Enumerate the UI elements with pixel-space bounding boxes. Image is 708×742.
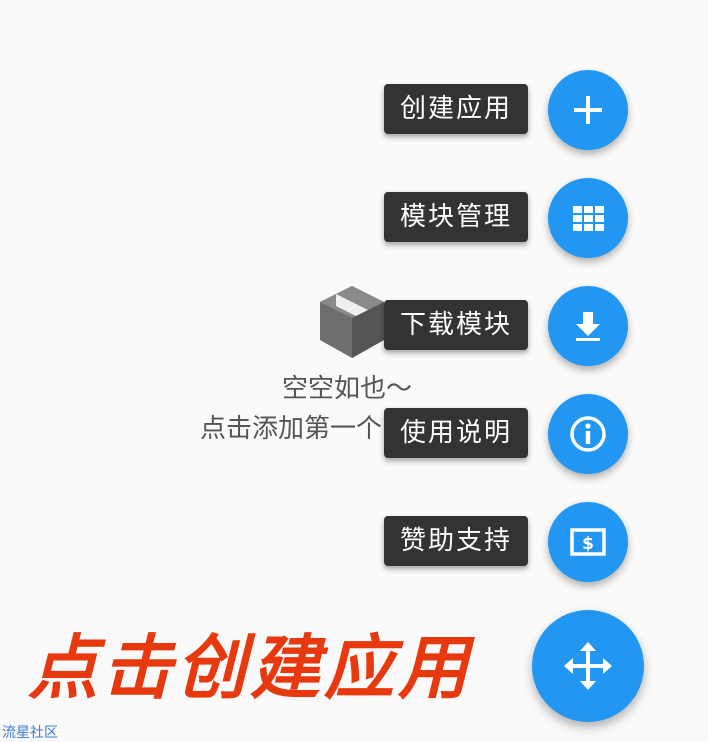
grid-icon — [573, 206, 604, 231]
instructions-button[interactable] — [548, 394, 628, 474]
create-app-label[interactable]: 创建应用 — [383, 84, 528, 134]
dollar-icon: $ — [570, 528, 606, 556]
watermark: 流星社区 — [2, 725, 58, 741]
plus-icon — [574, 96, 602, 124]
svg-text:$: $ — [582, 534, 594, 554]
module-manage-button[interactable] — [548, 178, 628, 258]
download-module-label[interactable]: 下载模块 — [383, 300, 528, 350]
empty-box-icon — [320, 286, 384, 358]
sponsor-label[interactable]: 赞助支持 — [383, 516, 528, 566]
tutorial-annotation: 点击创建应用 — [28, 626, 472, 709]
speed-dial-main-button[interactable] — [532, 610, 644, 722]
info-icon — [570, 416, 606, 452]
create-app-button[interactable] — [548, 70, 628, 150]
empty-state-title: 空空如也～ — [282, 374, 413, 404]
empty-state-hint: 点击添加第一个 — [200, 414, 383, 444]
download-icon — [576, 312, 600, 341]
module-manage-label[interactable]: 模块管理 — [383, 192, 528, 242]
download-module-button[interactable] — [548, 286, 628, 366]
sponsor-button[interactable]: $ — [548, 502, 628, 582]
instructions-label[interactable]: 使用说明 — [383, 408, 528, 458]
move-arrows-icon — [564, 642, 612, 690]
